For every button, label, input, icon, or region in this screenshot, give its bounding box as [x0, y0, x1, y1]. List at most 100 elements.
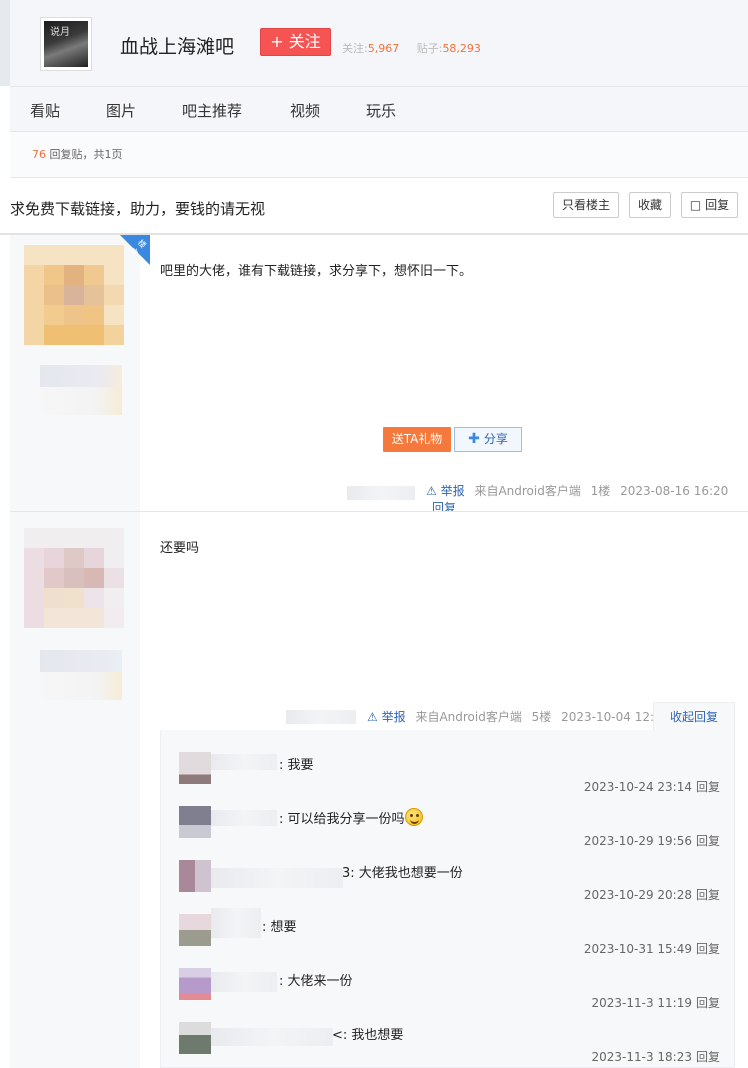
author-name[interactable] [40, 365, 122, 387]
user-name[interactable] [211, 810, 277, 826]
author-level [40, 387, 122, 415]
only-op-button[interactable]: 只看楼主 [553, 192, 619, 218]
post-content: 还要吗 [160, 541, 200, 556]
sub-reply-item: <: 我也想要 2023-11-3 18:23 回复 [161, 1010, 736, 1064]
sub-reply-meta: 2023-10-29 19:56 回复 [584, 832, 720, 849]
nav-tab-play[interactable]: 玩乐 [366, 100, 396, 121]
post-author-panel: 楼主 [10, 235, 150, 511]
sub-reply-item: : 大佬来一份 2023-11-3 11:19 回复 [161, 956, 736, 1010]
avatar[interactable] [179, 860, 211, 892]
post-source: 来自Android客户端 [415, 710, 522, 724]
forum-nav: 看贴 图片 吧主推荐 视频 玩乐 [10, 86, 748, 132]
avatar[interactable] [179, 914, 211, 946]
follow-button[interactable]: + 关注 [260, 28, 331, 56]
sub-reply-time: 2023-10-29 20:28 [583, 888, 692, 902]
sub-reply-reply-link[interactable]: 回复 [696, 1050, 720, 1064]
author-level [40, 672, 122, 700]
sub-reply-reply-link[interactable]: 回复 [696, 942, 720, 956]
smile-emoji-icon [404, 808, 423, 826]
post-count-label: 贴子: [416, 42, 443, 55]
nav-tab-images[interactable]: 图片 [106, 100, 136, 121]
report-link[interactable]: 举报 [382, 710, 406, 724]
thread-title-bar: 求免费下载链接，助力，要钱的请无视 只看楼主 收藏 □ 回复 [0, 178, 748, 235]
user-name[interactable] [211, 1028, 333, 1046]
page-count-suffix: 页 [111, 148, 123, 161]
post-source: 来自Android客户端 [474, 484, 581, 498]
avatar[interactable] [179, 1022, 211, 1054]
follow-count: 5,967 [367, 42, 400, 55]
reply-button-label: 回复 [705, 198, 730, 212]
collapse-replies-button[interactable]: 收起回复 [653, 702, 735, 732]
sub-reply-item: 3: 大佬我也想要一份 2023-10-29 20:28 回复 [161, 848, 736, 902]
sub-reply-text: : 可以给我分享一份吗 [279, 808, 423, 827]
post-floor-1: 楼主 吧里的大佬，谁有下载链接，求分享下，想怀旧一下。 送TA礼物 ✚ 分享 ⚠ … [10, 235, 748, 515]
device-info [286, 710, 356, 724]
nav-tab-video[interactable]: 视频 [290, 100, 320, 121]
sub-reply-item: : 可以给我分享一份吗 2023-10-29 19:56 回复 [161, 794, 736, 848]
follow-count-label: 关注: [342, 42, 368, 55]
author-name[interactable] [40, 650, 122, 672]
sub-reply-text: 3: 大佬我也想要一份 [342, 866, 463, 881]
floor-number: 5楼 [531, 710, 552, 724]
sub-reply-list: : 我要 2023-10-24 23:14 回复 : 可以给我分享一份吗 2023… [160, 730, 735, 1068]
forum-header: 说月 血战上海滩吧 + 关注 关注:5,967 贴子:58,293 [0, 0, 748, 86]
sub-reply-text: : 我要 [279, 758, 314, 773]
sub-reply-reply-link[interactable]: 回复 [696, 780, 720, 794]
favorite-button[interactable]: 收藏 [629, 192, 671, 218]
share-button[interactable]: ✚ 分享 [454, 427, 522, 452]
thread-title: 求免费下载链接，助力，要钱的请无视 [10, 200, 266, 218]
sub-reply-text: <: 我也想要 [332, 1028, 404, 1043]
post-author-panel [10, 512, 140, 1068]
avatar[interactable] [24, 245, 124, 345]
avatar[interactable] [179, 968, 211, 1000]
nav-tab-recommend[interactable]: 吧主推荐 [182, 100, 242, 121]
avatar[interactable] [24, 528, 124, 628]
forum-logo[interactable]: 说月 [40, 17, 92, 71]
reply-count-text: 回复贴，共 [46, 148, 105, 161]
forum-stats: 关注:5,967 贴子:58,293 [342, 40, 495, 56]
device-info [347, 486, 415, 500]
share-label: 分享 [483, 432, 508, 446]
sub-reply-time: 2023-11-3 11:19 [591, 996, 692, 1010]
report-link[interactable]: 举报 [441, 484, 465, 498]
sub-reply-meta: 2023-11-3 11:19 回复 [591, 994, 720, 1011]
user-name[interactable] [211, 972, 277, 992]
reply-count: 76 [32, 148, 46, 161]
sub-reply-time: 2023-10-31 15:49 [583, 942, 692, 956]
sub-reply-item: : 想要 2023-10-31 15:49 回复 [161, 902, 736, 956]
sub-reply-item: : 我要 2023-10-24 23:14 回复 [161, 740, 736, 794]
avatar[interactable] [179, 806, 211, 838]
sub-reply-meta: 2023-10-29 20:28 回复 [584, 886, 720, 903]
floor-number: 1楼 [590, 484, 611, 498]
warning-icon: ⚠ [426, 484, 437, 498]
forum-name[interactable]: 血战上海滩吧 [120, 32, 234, 59]
sub-reply-time: 2023-10-29 19:56 [583, 834, 692, 848]
forum-logo-image: 说月 [44, 21, 88, 67]
user-name[interactable] [211, 908, 261, 938]
post-content: 吧里的大佬，谁有下载链接，求分享下，想怀旧一下。 [160, 264, 473, 279]
user-name[interactable] [211, 754, 277, 770]
sub-reply-text-content: : 可以给我分享一份吗 [279, 812, 405, 827]
warning-icon: ⚠ [367, 710, 378, 724]
nav-tab-posts[interactable]: 看贴 [30, 100, 60, 121]
sub-reply-meta: 2023-10-31 15:49 回复 [584, 940, 720, 957]
sub-reply-meta: 2023-10-24 23:14 回复 [584, 778, 720, 795]
page-count: 1 [104, 148, 112, 161]
reply-button[interactable]: □ 回复 [681, 192, 738, 218]
post-time: 2023-08-16 16:20 [620, 484, 729, 498]
send-gift-button[interactable]: 送TA礼物 [383, 427, 451, 452]
sub-reply-text: : 想要 [262, 920, 297, 935]
forum-logo-text: 说月 [50, 27, 70, 38]
reply-summary: 76 回复贴，共1页 [10, 132, 748, 178]
sub-reply-reply-link[interactable]: 回复 [696, 834, 720, 848]
user-name[interactable] [211, 868, 343, 888]
post-count: 58,293 [442, 42, 481, 55]
sub-reply-text: : 大佬来一份 [279, 974, 353, 989]
sub-reply-meta: 2023-11-3 18:23 回复 [591, 1048, 720, 1065]
avatar[interactable] [179, 752, 211, 784]
post-tail: ⚠ 举报 来自Android客户端 5楼 2023-10-04 12:35 [367, 708, 669, 725]
plus-icon: ✚ [468, 431, 480, 447]
sub-reply-reply-link[interactable]: 回复 [696, 888, 720, 902]
sub-reply-time: 2023-10-24 23:14 [583, 780, 692, 794]
sub-reply-reply-link[interactable]: 回复 [696, 996, 720, 1010]
